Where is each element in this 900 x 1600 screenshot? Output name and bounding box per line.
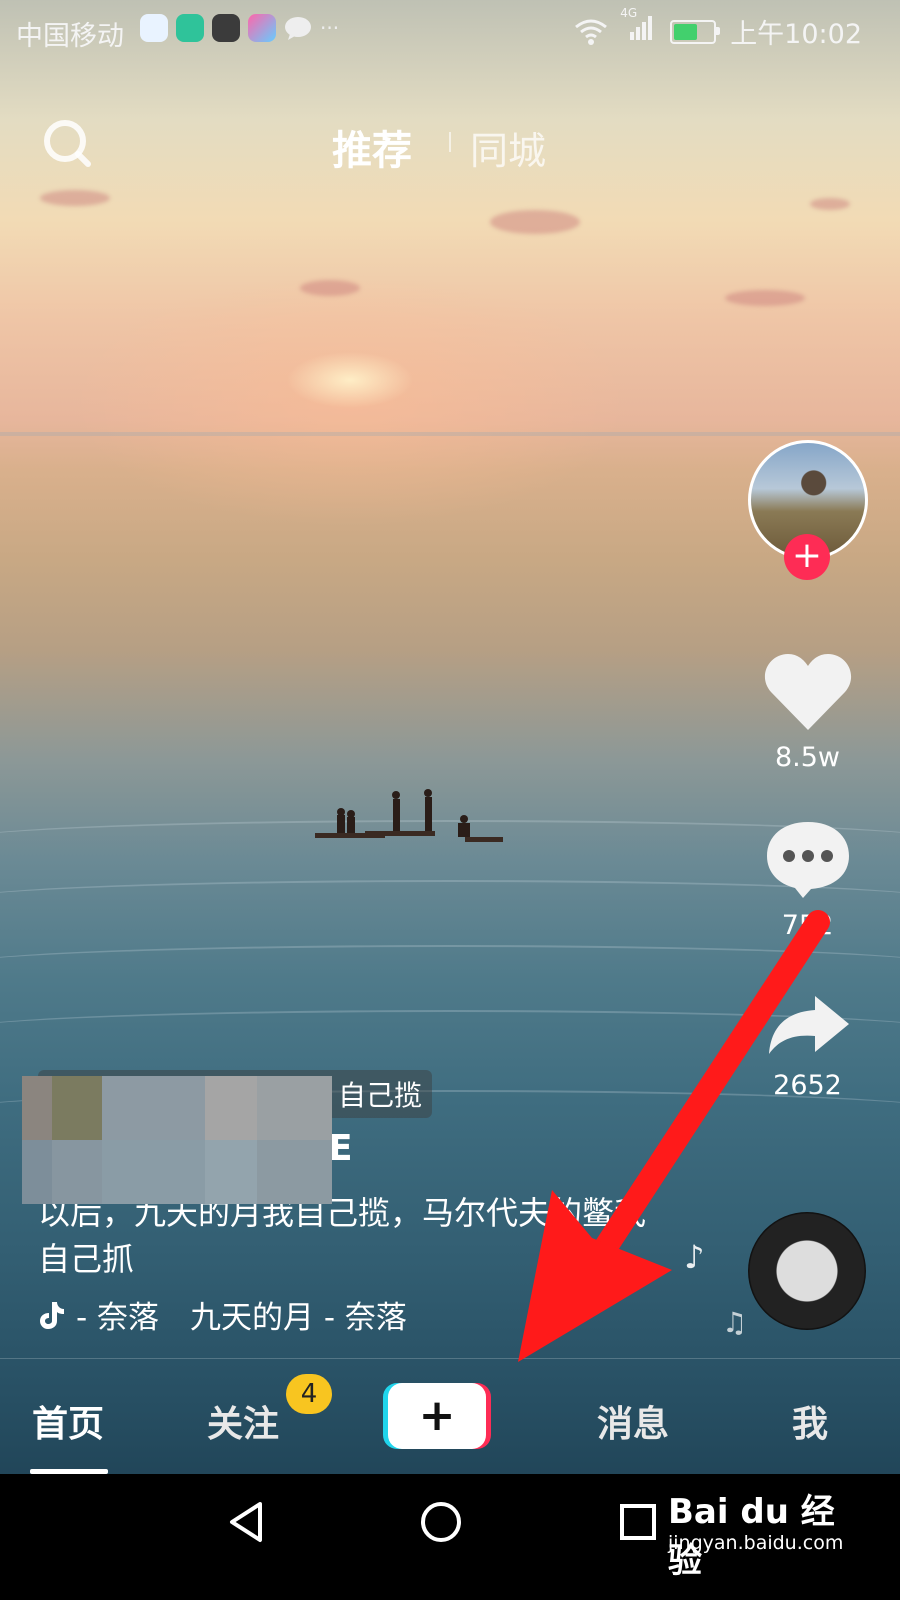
horizon [0,432,900,436]
music-info[interactable]: - 奈落 九天的月 - 奈落 [38,1292,407,1337]
cloud [40,190,110,206]
cloud [725,290,805,306]
follow-button[interactable]: + [784,534,830,580]
more-notifications-icon: ··· [320,16,340,40]
share-button[interactable]: 2652 [760,992,855,1101]
recents-icon[interactable] [618,1502,658,1542]
cloud [490,210,580,234]
tab-divider [449,132,451,152]
music-note-icon: ♪ [684,1238,705,1276]
top-navigation: 推荐 同城 [0,110,900,174]
follow-badge: 4 [286,1374,332,1414]
signal-icon: 4G [620,6,656,49]
wifi-icon [575,19,608,45]
comment-count: 752 [781,910,834,941]
home-icon[interactable] [419,1500,463,1544]
tab-nearby[interactable]: 同城 [470,120,546,175]
plus-icon: + [418,1390,456,1441]
heart-icon [764,654,851,730]
music-title: - 奈落 九天的月 - 奈落 [76,1300,407,1336]
like-count: 8.5w [774,742,841,773]
cloud [300,280,360,296]
baidu-watermark: Bai du 经验 jingyan.baidu.com [668,1484,858,1581]
share-count: 2652 [773,1070,842,1101]
back-icon[interactable] [226,1500,266,1544]
nav-home[interactable]: 首页 [32,1395,104,1447]
nav-follow[interactable]: 关注 [207,1395,279,1447]
meituan-app-icon [176,14,204,42]
cloud [810,198,850,210]
carrier-label: 中国移动 [16,21,124,52]
status-time: 上午10:02 [730,19,862,50]
notification-icons: ··· [140,14,339,42]
chat-app-icon [284,14,312,42]
search-icon[interactable] [40,116,96,172]
nav-me[interactable]: 我 [792,1395,828,1447]
comment-icon [766,822,849,898]
status-bar: 中国移动 ··· 4G 上午10:02 [0,0,900,62]
pixelated-redaction [22,1076,332,1204]
music-disc[interactable] [748,1212,866,1330]
wave [0,945,900,987]
status-right: 4G 上午10:02 [574,6,862,51]
tab-recommend[interactable]: 推荐 [332,118,412,176]
battery-icon [670,19,721,44]
comment-button[interactable]: 752 [760,818,855,941]
paddleboarders [315,785,515,865]
colorful-app-icon [248,14,276,42]
nav-messages[interactable]: 消息 [597,1395,669,1447]
music-notes-icon: ♫ [722,1306,748,1339]
create-button[interactable]: + [388,1383,486,1449]
tiktok-note-icon [40,1301,64,1329]
camera-app-icon [212,14,240,42]
like-button[interactable]: 8.5w [760,652,855,773]
hashtag-text: 自己揽 [338,1079,423,1112]
share-icon [768,996,849,1054]
cmcc-app-icon [140,14,168,42]
watermark-url: jingyan.baidu.com [668,1532,844,1554]
network-type: 4G [620,6,638,20]
bottom-navigation: 首页 关注 4 + 消息 我 [0,1358,900,1475]
